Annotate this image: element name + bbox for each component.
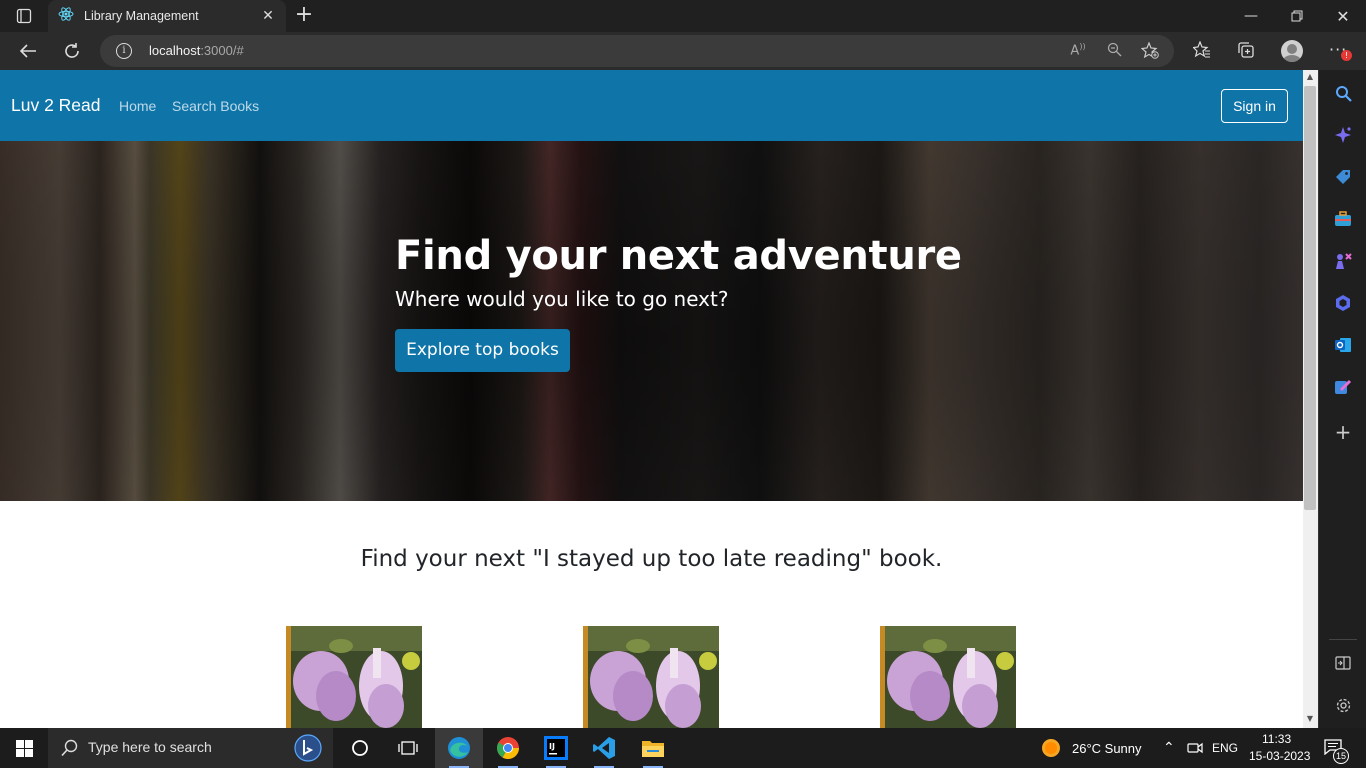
edge-sidebar: +: [1318, 70, 1366, 728]
add-icon[interactable]: +: [1333, 420, 1353, 444]
address-bar[interactable]: i localhost:3000/# A)): [100, 35, 1174, 67]
copilot-icon[interactable]: [1333, 125, 1353, 145]
collections-icon[interactable]: [1235, 41, 1257, 61]
profile-icon[interactable]: [1281, 40, 1303, 62]
task-view-icon[interactable]: [384, 728, 432, 768]
designer-icon[interactable]: [1333, 377, 1353, 397]
info-icon[interactable]: i: [116, 43, 132, 59]
tools-icon[interactable]: [1333, 209, 1353, 229]
windows-start-icon[interactable]: [0, 728, 48, 768]
hero-content: Find your next adventure Where would you…: [395, 233, 962, 372]
microsoft365-icon[interactable]: [1333, 293, 1353, 313]
meet-now-icon[interactable]: [1187, 740, 1203, 760]
browser-toolbar: i localhost:3000/# A)) ··· !: [0, 32, 1366, 70]
favorites-icon[interactable]: [1191, 40, 1213, 61]
tab-actions-icon[interactable]: [8, 4, 40, 28]
refresh-icon[interactable]: [58, 38, 86, 64]
shopping-icon[interactable]: [1333, 167, 1353, 187]
scroll-down-icon[interactable]: ▼: [1305, 714, 1315, 723]
svg-text:IJ: IJ: [549, 742, 555, 751]
file-explorer-icon[interactable]: [629, 728, 677, 768]
scroll-up-icon[interactable]: ▲: [1305, 72, 1315, 81]
search-icon[interactable]: [1333, 83, 1353, 103]
restore-button[interactable]: [1274, 0, 1320, 32]
book-cover[interactable]: [286, 626, 422, 728]
weather-text[interactable]: 26°C Sunny: [1072, 741, 1142, 756]
nav-home-link[interactable]: Home: [119, 98, 156, 114]
explore-top-books-button[interactable]: Explore top books: [395, 329, 570, 372]
notification-badge: !: [1341, 50, 1352, 61]
add-favorite-icon[interactable]: [1140, 41, 1160, 60]
scrollbar-thumb[interactable]: [1304, 86, 1316, 510]
clock-time[interactable]: 11:33: [1262, 732, 1291, 746]
url-host: localhost: [149, 43, 201, 58]
split-screen-icon[interactable]: [1333, 653, 1353, 673]
taskbar-search-box[interactable]: Type here to search: [48, 728, 333, 768]
taskbar-search-placeholder: Type here to search: [88, 739, 212, 755]
nav-search-books-link[interactable]: Search Books: [172, 98, 259, 114]
hero-title: Find your next adventure: [395, 233, 962, 279]
bing-icon[interactable]: [294, 734, 322, 766]
notification-count-badge: 15: [1333, 748, 1349, 764]
minimize-button[interactable]: —: [1228, 0, 1274, 32]
close-window-button[interactable]: ✕: [1320, 0, 1366, 32]
flower-image: [588, 626, 719, 728]
brand-logo[interactable]: Luv 2 Read: [11, 95, 101, 116]
book-cover[interactable]: [880, 626, 1016, 728]
search-icon: [61, 739, 79, 761]
hero-subtitle: Where would you like to go next?: [395, 287, 729, 311]
chrome-icon[interactable]: [484, 728, 532, 768]
site-navbar: Luv 2 Read Home Search Books Sign in: [0, 70, 1303, 141]
book-cover[interactable]: [583, 626, 719, 728]
intellij-icon[interactable]: IJ: [532, 728, 580, 768]
browser-tab-active[interactable]: Library Management ✕: [48, 0, 286, 32]
language-indicator[interactable]: ENG: [1212, 741, 1238, 755]
back-icon[interactable]: [14, 38, 42, 64]
cortana-icon[interactable]: [336, 728, 384, 768]
page-viewport: Luv 2 Read Home Search Books Sign in Fin…: [0, 70, 1303, 728]
zoom-out-icon[interactable]: [1104, 42, 1124, 60]
outlook-icon[interactable]: [1333, 335, 1353, 355]
hero-banner: Find your next adventure Where would you…: [0, 141, 1303, 501]
flower-image: [885, 626, 1016, 728]
chevron-up-icon[interactable]: ⌃: [1163, 739, 1175, 756]
browser-tab-strip: Library Management ✕ + — ✕: [0, 0, 1366, 32]
sign-in-button[interactable]: Sign in: [1221, 89, 1288, 123]
react-favicon: [58, 6, 74, 26]
url-path: :3000/#: [200, 43, 244, 58]
settings-icon[interactable]: [1333, 695, 1353, 715]
vscode-icon[interactable]: [580, 728, 628, 768]
games-icon[interactable]: [1333, 251, 1353, 271]
new-tab-button[interactable]: +: [292, 4, 316, 28]
clock-date[interactable]: 15-03-2023: [1249, 749, 1310, 763]
weather-icon[interactable]: [1041, 738, 1061, 762]
read-aloud-icon[interactable]: A)): [1068, 42, 1088, 60]
close-tab-icon[interactable]: ✕: [260, 8, 276, 24]
tab-title: Library Management: [84, 9, 199, 23]
section-title: Find your next "I stayed up too late rea…: [360, 546, 943, 572]
edge-icon[interactable]: [435, 728, 483, 768]
flower-image: [291, 626, 422, 728]
windows-taskbar: Type here to search IJ 26°C Sunny ⌃ ENG …: [0, 728, 1366, 768]
url-text[interactable]: localhost:3000/#: [149, 43, 244, 58]
